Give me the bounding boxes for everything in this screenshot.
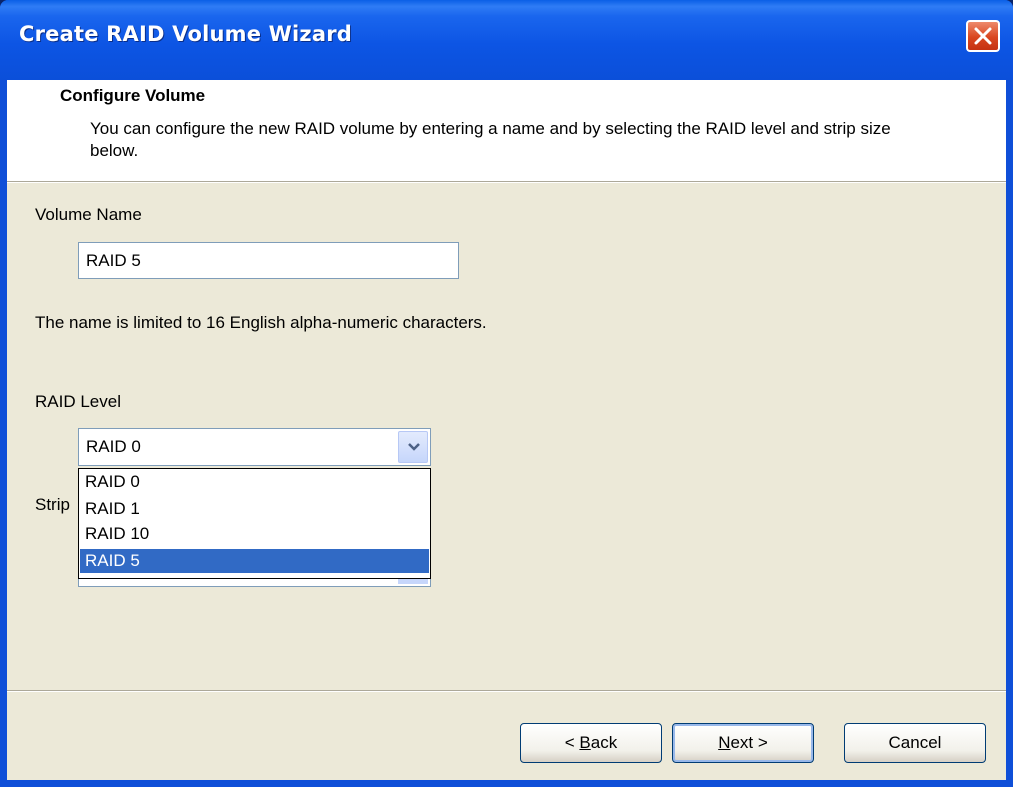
raid-level-option[interactable]: RAID 1: [80, 497, 429, 521]
raid-level-option-highlighted[interactable]: RAID 5: [80, 549, 429, 573]
raid-level-option[interactable]: RAID 10: [80, 522, 429, 546]
raid-level-label: RAID Level: [35, 392, 121, 411]
page-title: Configure Volume: [60, 86, 206, 105]
next-button-label: ext >: [730, 733, 768, 752]
strip-size-label: Strip: [35, 495, 70, 514]
window-title: Create RAID Volume Wizard: [19, 22, 353, 46]
volume-name-label: Volume Name: [35, 205, 142, 224]
next-button[interactable]: Next >: [672, 723, 814, 763]
back-button-label: ack: [590, 733, 618, 752]
volume-name-input[interactable]: RAID 5: [78, 242, 459, 279]
back-button[interactable]: < Back: [520, 723, 662, 763]
back-button-mnemonic: B: [579, 733, 591, 752]
raid-level-dropdown-button[interactable]: [398, 431, 428, 463]
back-button-prefix: <: [564, 733, 580, 752]
footer-divider: [7, 690, 1006, 692]
strip-size-select[interactable]: [78, 578, 431, 587]
raid-level-dropdown-list: RAID 0 RAID 1 RAID 10 RAID 5: [78, 468, 431, 579]
wizard-window: Create RAID Volume Wizard Configure Volu…: [0, 0, 1013, 787]
cancel-button[interactable]: Cancel: [844, 723, 986, 763]
close-icon: [974, 27, 992, 45]
volume-name-hint: The name is limited to 16 English alpha-…: [35, 313, 487, 332]
raid-level-option[interactable]: RAID 0: [80, 470, 429, 494]
chevron-down-icon: [408, 443, 420, 451]
wizard-client-area: Configure Volume You can configure the n…: [7, 80, 1006, 780]
page-description: You can configure the new RAID volume by…: [90, 119, 891, 160]
raid-level-select[interactable]: RAID 0: [78, 428, 431, 466]
header-divider: [7, 181, 1006, 183]
raid-level-selected-value: RAID 0: [86, 437, 141, 456]
close-button[interactable]: [966, 20, 1000, 52]
next-button-mnemonic: N: [718, 733, 731, 752]
wizard-header: Configure Volume You can configure the n…: [7, 80, 1006, 181]
title-bar[interactable]: Create RAID Volume Wizard: [0, 0, 1013, 80]
